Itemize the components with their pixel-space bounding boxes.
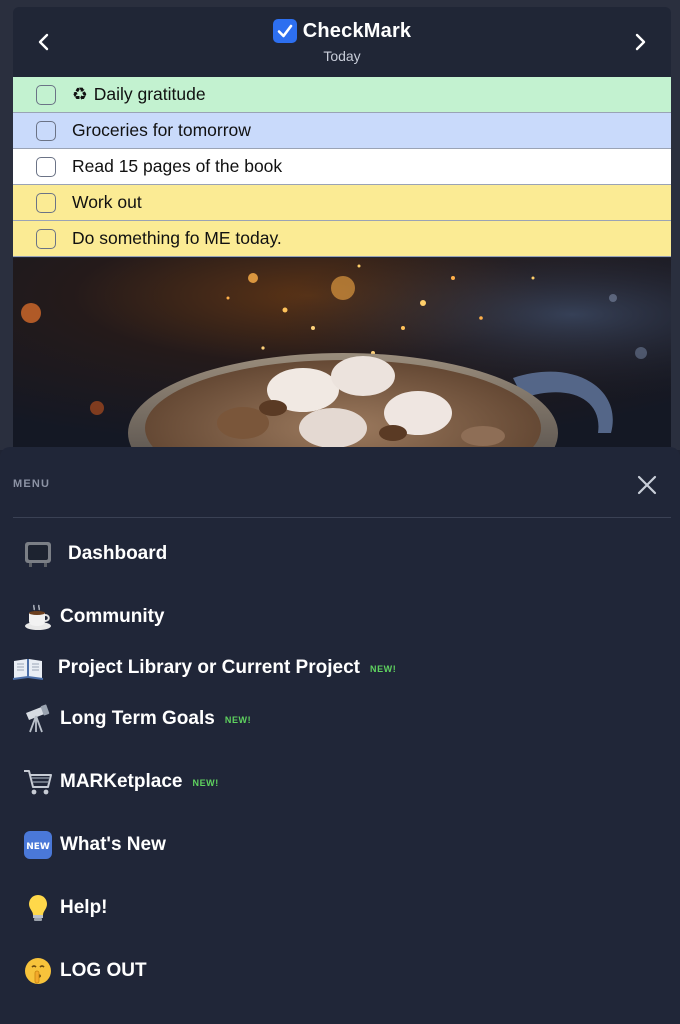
app-header: CheckMark Today — [13, 7, 671, 77]
hot-chocolate-hero-image — [13, 258, 671, 447]
menu-item-label: LOG OUT — [60, 960, 147, 981]
next-day-button[interactable] — [625, 27, 655, 57]
task-item-read-book[interactable]: Read 15 pages of the book — [13, 149, 671, 185]
task-item-daily-gratitude[interactable]: ♻ Daily gratitude — [13, 77, 671, 113]
svg-text:NEW: NEW — [26, 842, 50, 852]
new-badge: NEW! — [224, 715, 252, 725]
task-label: Work out — [72, 192, 142, 212]
new-badge: NEW! — [369, 664, 397, 674]
task-item-work-out[interactable]: Work out — [13, 185, 671, 221]
menu-item-label: Project Library or Current Project — [58, 657, 360, 678]
menu-item-label: What's New — [60, 834, 166, 855]
menu-divider — [13, 517, 671, 518]
telescope-icon — [26, 704, 50, 733]
task-item-groceries[interactable]: Groceries for tomorrow — [13, 113, 671, 149]
task-checkbox[interactable] — [36, 120, 56, 141]
task-checkbox[interactable] — [36, 192, 56, 213]
chevron-right-icon — [635, 33, 646, 51]
coffee-cup-icon — [25, 604, 51, 630]
task-list: ♻ Daily gratitude Groceries for tomorrow … — [13, 77, 671, 257]
app-title-block: CheckMark Today — [13, 19, 671, 64]
task-label: Daily gratitude — [93, 84, 206, 104]
new-badge: NEW! — [192, 778, 219, 788]
menu-item-label: Community — [60, 606, 165, 627]
menu-item-marketplace[interactable]: MARKetplace NEW! — [22, 766, 219, 798]
shushing-face-icon — [25, 958, 51, 984]
close-menu-button[interactable] — [634, 472, 660, 498]
task-checkbox[interactable] — [36, 156, 56, 177]
menu-item-dashboard[interactable]: Dashboard — [22, 538, 167, 570]
task-label: Groceries for tomorrow — [72, 120, 251, 140]
menu-item-label: Dashboard — [68, 543, 168, 564]
task-item-do-something-for-me[interactable]: Do something fo ME today. — [13, 221, 671, 257]
menu-item-community[interactable]: Community — [22, 601, 165, 633]
task-checkbox[interactable] — [36, 228, 56, 249]
new-button-icon: NEW — [24, 831, 52, 859]
app-subtitle: Today — [323, 48, 361, 64]
menu-item-log-out[interactable]: LOG OUT — [22, 955, 147, 987]
menu-item-project-library[interactable]: Project Library or Current Project NEW! — [12, 652, 396, 684]
menu-item-label: Long Term Goals — [60, 708, 215, 729]
task-label: Do something fo ME today. — [72, 228, 282, 248]
app-title: CheckMark — [302, 19, 412, 42]
menu-item-label: MARKetplace — [60, 771, 183, 792]
checkmark-app-window: CheckMark Today ♻ Daily gratitude Groceri… — [13, 7, 671, 447]
recycle-icon: ♻ — [72, 85, 88, 105]
task-label: Read 15 pages of the book — [72, 156, 283, 176]
menu-heading: MENU — [13, 478, 51, 490]
television-icon — [25, 542, 51, 567]
menu-item-help[interactable]: Help! — [22, 892, 108, 924]
menu-item-label: Help! — [60, 897, 108, 918]
navigation-menu: MENU Dashboard Community Project Library… — [0, 447, 680, 1024]
shopping-cart-icon — [24, 770, 52, 795]
menu-item-long-term-goals[interactable]: Long Term Goals NEW! — [22, 703, 251, 735]
close-icon — [637, 475, 657, 495]
menu-item-whats-new[interactable]: NEW What's New — [22, 829, 166, 861]
light-bulb-icon — [29, 895, 47, 921]
task-checkbox[interactable] — [36, 84, 56, 105]
open-book-icon — [12, 659, 44, 680]
checkmark-logo-icon — [272, 19, 297, 43]
